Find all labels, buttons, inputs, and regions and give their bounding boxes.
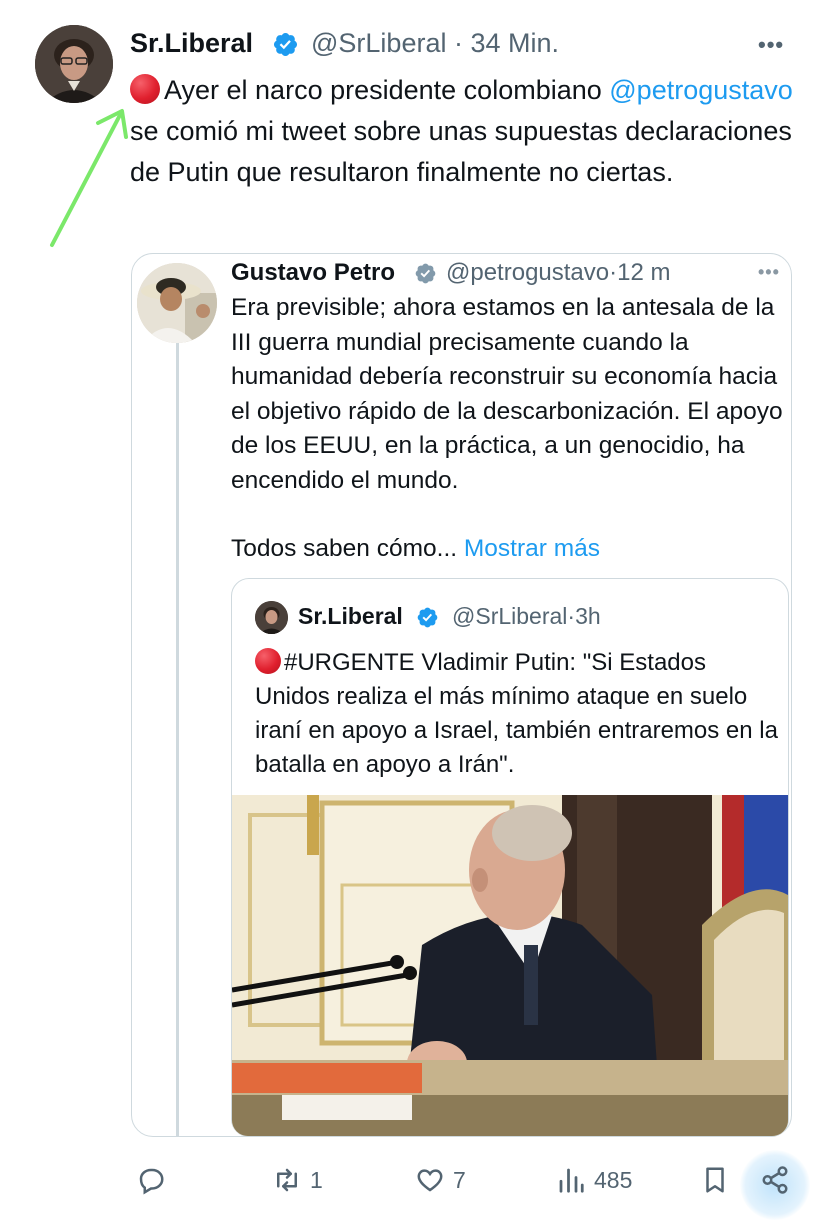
quoted-author-avatar[interactable] xyxy=(137,263,217,343)
reply-button[interactable] xyxy=(136,1160,174,1200)
nested-author-handle[interactable]: @SrLiberal xyxy=(452,603,567,629)
share-icon xyxy=(762,1166,788,1194)
nested-tweet-time[interactable]: 3h xyxy=(575,603,601,629)
views-button[interactable]: 485 xyxy=(556,1160,632,1200)
author-handle[interactable]: @SrLiberal xyxy=(311,28,446,58)
tweet-text-part: se comió mi tweet sobre unas supuestas d… xyxy=(130,116,792,187)
bookmark-button[interactable] xyxy=(700,1160,730,1200)
verified-badge-icon xyxy=(414,262,437,285)
retweet-count: 1 xyxy=(310,1166,323,1193)
quoted-author-handle[interactable]: @petrogustavo xyxy=(446,259,609,286)
retweet-icon xyxy=(277,1168,297,1192)
truncated-text: Todos saben cómo... xyxy=(231,535,458,562)
nested-quote-body: #URGENTE Vladimir Putin: "Si Estados Uni… xyxy=(255,649,778,778)
tweet-time[interactable]: 34 Min. xyxy=(471,28,560,58)
verified-badge-icon xyxy=(272,31,299,58)
author-handle-and-time: @SrLiberal · 34 Min. xyxy=(311,28,559,59)
verified-badge-icon xyxy=(416,606,439,629)
quoted-tweet-more-line: Todos saben cómo... Mostrar más xyxy=(231,532,791,567)
like-button[interactable]: 7 xyxy=(415,1160,466,1200)
reply-icon xyxy=(139,1168,164,1195)
nested-quote-text: #URGENTE Vladimir Putin: "Si Estados Uni… xyxy=(255,646,785,782)
quoted-tweet-text: Era previsible; ahora estamos en la ante… xyxy=(231,291,791,567)
red-circle-emoji xyxy=(255,648,281,674)
show-more-link[interactable]: Mostrar más xyxy=(464,535,600,562)
quoted-author-handle-and-time: @petrogustavo·12 m xyxy=(446,259,670,287)
dot-separator: · xyxy=(609,259,618,286)
more-icon[interactable]: ••• xyxy=(758,32,784,58)
views-count: 485 xyxy=(594,1166,633,1193)
like-icon xyxy=(417,1169,443,1192)
quoted-tweet-time[interactable]: 12 m xyxy=(617,259,670,286)
quoted-author-name[interactable]: Gustavo Petro xyxy=(231,259,395,287)
views-icon xyxy=(559,1168,584,1193)
author-avatar[interactable] xyxy=(35,25,113,103)
author-name[interactable]: Sr.Liberal xyxy=(130,28,253,59)
retweet-button[interactable]: 1 xyxy=(272,1160,323,1200)
nested-author-avatar[interactable] xyxy=(255,601,288,634)
quoted-tweet-body: Era previsible; ahora estamos en la ante… xyxy=(231,294,783,494)
like-count: 7 xyxy=(453,1166,466,1193)
share-button[interactable] xyxy=(760,1160,790,1200)
dot-separator: · xyxy=(453,28,463,58)
tweet-text: Ayer el narco presidente colombiano @pet… xyxy=(130,70,810,193)
thread-line xyxy=(176,343,179,1137)
tweet-photo[interactable] xyxy=(232,795,788,1136)
dot-separator: · xyxy=(567,603,576,629)
nested-author-handle-and-time: @SrLiberal·3h xyxy=(452,603,601,630)
bookmark-icon xyxy=(706,1167,724,1193)
mention-link[interactable]: @petrogustavo xyxy=(609,75,793,105)
annotation-arrow xyxy=(50,109,128,247)
more-icon[interactable]: ••• xyxy=(758,262,780,283)
nested-author-name[interactable]: Sr.Liberal xyxy=(298,603,403,630)
tweet-text-part: Ayer el narco presidente colombiano xyxy=(164,75,610,105)
